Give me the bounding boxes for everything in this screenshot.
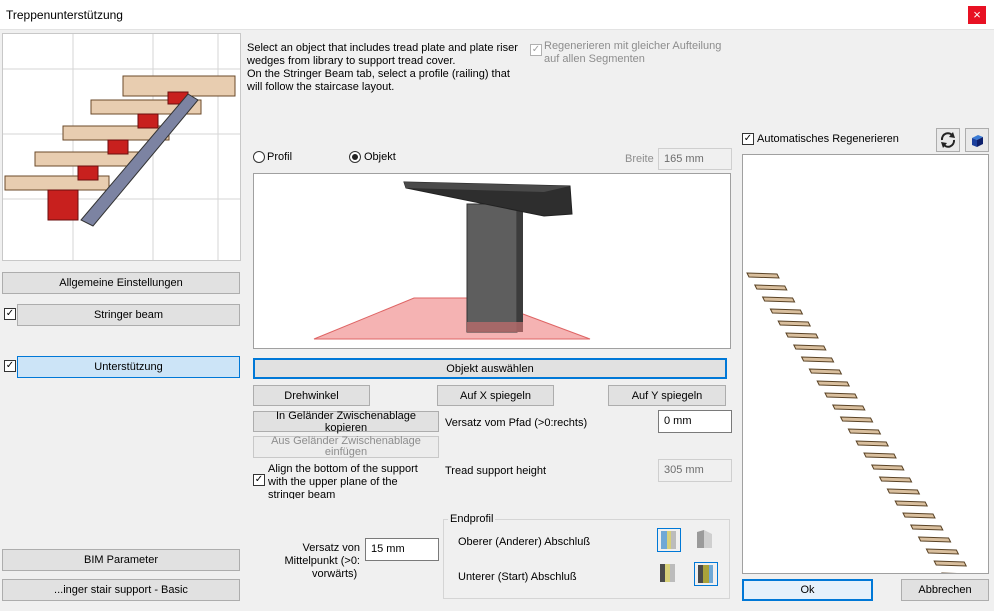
stair-tread [886,488,921,495]
align-bottom-checkbox[interactable]: ✓ [253,474,265,486]
upper-end-option-2-icon[interactable] [694,528,718,552]
select-object-button[interactable]: Objekt auswählen [253,358,727,379]
stair-tread [785,332,819,339]
stringer-beam-checkbox[interactable]: ✓ [4,308,16,320]
auto-regen-label: Automatisches Regenerieren [757,133,899,145]
bim-parameter-button[interactable]: BIM Parameter [2,549,240,571]
regen-same-label: Regenerieren mit gleicher Aufteilung auf… [544,40,721,66]
mid-offset-line-1: Versatz von [302,542,360,554]
align-bottom-line-1: Align the bottom of the support [268,463,418,475]
stair-tread [824,392,858,399]
width-input[interactable]: 165 mm [658,148,732,170]
lower-end-label: Unterer (Start) Abschluß [458,571,577,583]
endprofil-group [443,519,730,599]
stair-tread [808,368,843,375]
regen-same-line-2: auf allen Segmenten [544,53,645,65]
cancel-button[interactable]: Abbrechen [901,579,989,601]
3d-view-icon[interactable] [965,128,989,152]
stair-tread [902,512,936,519]
stair-tread [831,404,866,411]
lower-end-option-2-icon[interactable] [694,562,718,586]
regen-same-checkbox[interactable]: ✓ [530,44,542,56]
stair-tread [839,416,874,423]
general-settings-button[interactable]: Allgemeine Einstellungen [2,272,240,294]
info-text: Select an object that includes tread pla… [247,42,532,94]
window-title: Treppenunterstützung [6,8,123,22]
stair-tread [777,320,812,327]
preset-button[interactable]: ...inger stair support - Basic [2,579,240,601]
profil-radio[interactable] [253,151,265,163]
info-line-3: On the Stringer Beam tab, select a profi… [247,68,510,80]
auto-regen-checkbox[interactable]: ✓ [742,133,754,145]
path-offset-label: Versatz vom Pfad (>0:rechts) [445,417,588,429]
3d-preview [742,154,989,579]
rotation-button[interactable]: Drehwinkel [253,385,370,406]
info-line-2: wedges from library to support tread cov… [247,55,456,67]
stair-tread [746,272,780,279]
stair-tread [792,344,827,351]
copy-clipboard-button[interactable]: In Geländer Zwischenablage kopieren [253,410,439,434]
align-bottom-line-2: with the upper plane of the [268,476,398,488]
stair-tread [855,440,890,447]
width-label: Breite [625,153,654,165]
close-button[interactable]: × [968,6,986,24]
ok-button[interactable]: Ok [742,579,873,601]
stair-tread [863,452,897,459]
info-line-4: will follow the staircase layout. [247,81,395,93]
title-bar [0,0,994,30]
stringer-beam-button[interactable]: Stringer beam [17,304,240,326]
align-bottom-line-3: stringer beam [268,489,336,499]
support-button[interactable]: Unterstützung [17,356,240,378]
stair-tread [909,524,944,531]
mid-offset-label: Versatz von Mittelpunkt (>0: vorwärts) [270,542,360,581]
stair-tread [933,560,968,567]
profil-label: Profil [267,151,293,163]
stair-tread [925,548,960,555]
regenerate-icon[interactable] [936,128,960,152]
endprofil-title: Endprofil [448,513,496,525]
stair-tread [894,500,929,507]
stair-tread [816,380,851,387]
align-bottom-label: Align the bottom of the support with the… [268,463,443,499]
stair-tread [761,296,796,303]
paste-clipboard-line-2: einfügen [324,446,368,458]
mid-offset-line-3: vorwärts) [312,568,358,580]
3d-preview-image [746,272,975,579]
objekt-radio[interactable] [349,151,361,163]
path-offset-input[interactable]: 0 mm [658,410,732,433]
paste-clipboard-button[interactable]: Aus Geländer Zwischenablage einfügen [253,436,439,458]
stair-tread [800,356,835,363]
object-preview [253,173,731,349]
lower-end-option-1-icon[interactable] [657,562,681,586]
mirror-x-button[interactable]: Auf X spiegeln [437,385,554,406]
mirror-y-button[interactable]: Auf Y spiegeln [608,385,726,406]
stair-tread [753,284,788,291]
stair-tread [878,476,913,483]
objekt-label: Objekt [364,151,396,163]
stair-preview [2,33,241,261]
stair-tread [870,464,905,471]
upper-end-option-1-icon[interactable] [657,528,681,552]
object-preview-image [313,181,591,340]
info-line-1: Select an object that includes tread pla… [247,42,518,54]
stair-preview-image [3,34,240,260]
tread-height-label: Tread support height [445,465,547,477]
stair-tread [769,308,804,315]
stair-tread [847,428,882,435]
support-checkbox[interactable]: ✓ [4,360,16,372]
upper-end-label: Oberer (Anderer) Abschluß [458,536,591,548]
tread-height-input[interactable]: 305 mm [658,459,732,482]
mid-offset-input[interactable]: 15 mm [365,538,439,561]
regen-same-line-1: Regenerieren mit gleicher Aufteilung [544,40,722,52]
stair-tread [917,536,952,543]
mid-offset-line-2: Mittelpunkt (>0: [284,555,360,567]
